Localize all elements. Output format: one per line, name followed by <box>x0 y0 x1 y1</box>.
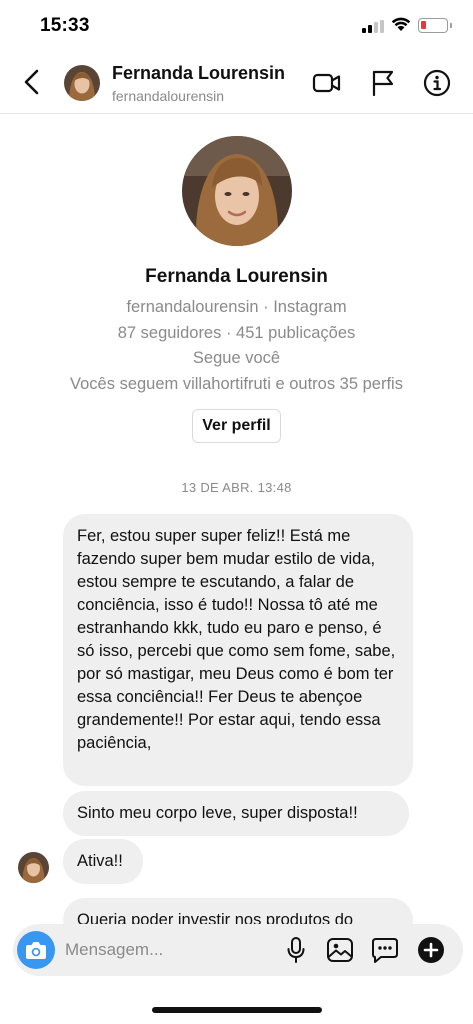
microphone-icon[interactable] <box>281 935 311 965</box>
camera-button[interactable] <box>17 931 55 969</box>
wifi-icon <box>391 17 411 31</box>
gallery-icon[interactable] <box>325 935 355 965</box>
status-time: 15:33 <box>40 15 90 36</box>
message-timestamp: 13 DE ABR. 13:48 <box>181 480 292 495</box>
flag-icon[interactable] <box>368 68 398 98</box>
message-bubble[interactable]: Sinto meu corpo leve, super disposta!! <box>63 791 409 836</box>
profile-source: fernandalourensin · Instagram <box>126 298 347 316</box>
sticker-icon[interactable] <box>370 935 400 965</box>
chat-header: Fernanda Lourensin fernandalourensin <box>0 52 473 114</box>
info-icon[interactable] <box>422 68 452 98</box>
profile-avatar[interactable] <box>181 136 292 246</box>
home-indicator <box>152 1007 322 1013</box>
profile-name: Fernanda Lourensin <box>145 266 328 287</box>
signal-icon <box>362 20 384 33</box>
profile-stats: 87 seguidores · 451 publicações <box>117 323 356 342</box>
battery-low-icon <box>418 18 452 33</box>
camera-icon <box>26 942 46 959</box>
avatar[interactable] <box>64 65 100 101</box>
header-username: fernandalourensin <box>112 88 225 104</box>
view-profile-button[interactable]: Ver perfil <box>192 409 281 443</box>
sender-avatar[interactable] <box>18 852 49 883</box>
header-contact-name[interactable]: Fernanda Lourensin <box>112 63 285 84</box>
mutual-follows: Vocês seguem villahortifruti e outros 35… <box>70 374 403 393</box>
plus-icon[interactable] <box>416 935 446 965</box>
back-arrow-icon[interactable] <box>18 66 46 98</box>
profile-card: Fernanda Lourensin fernandalourensin · I… <box>0 136 473 443</box>
message-bubble[interactable]: Ativa!! <box>63 839 143 884</box>
message-bubble[interactable]: Fer, estou super super feliz!! Está me f… <box>63 514 413 786</box>
message-composer <box>13 924 463 976</box>
message-input[interactable] <box>65 934 275 966</box>
follow-status: Segue você <box>192 349 281 367</box>
status-bar: 15:33 <box>0 0 473 52</box>
video-call-icon[interactable] <box>312 68 342 98</box>
